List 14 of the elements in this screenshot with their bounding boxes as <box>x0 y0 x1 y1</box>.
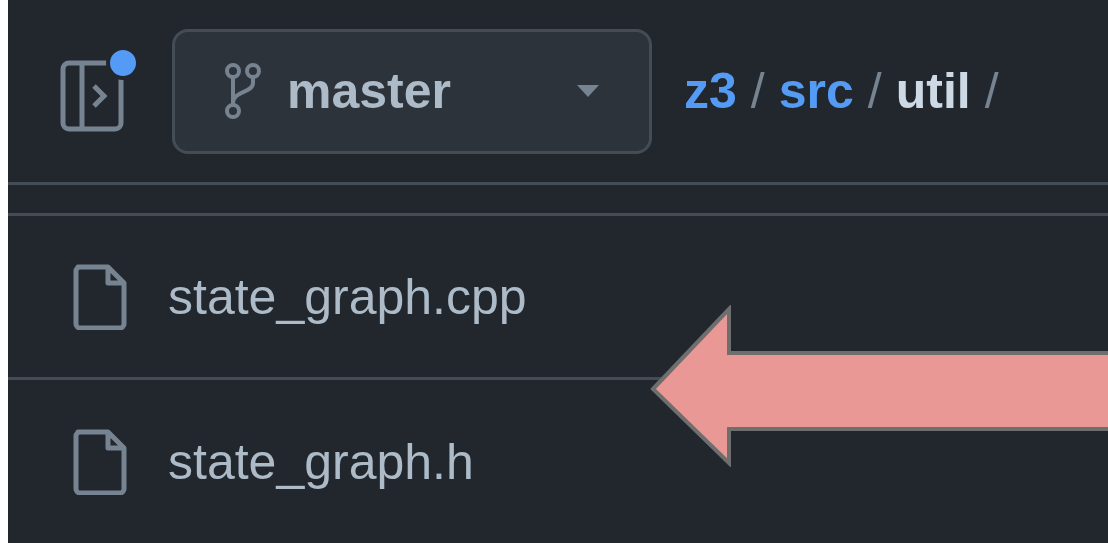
file-icon <box>72 263 128 330</box>
branch-icon <box>225 62 261 120</box>
sidebar-toggle-icon[interactable] <box>60 60 124 132</box>
breadcrumb-link[interactable]: src <box>778 62 854 120</box>
caret-icon <box>577 85 599 97</box>
branch-button[interactable]: master <box>172 28 652 154</box>
file-name[interactable]: state_graph.cpp <box>168 267 527 326</box>
breadcrumb-separator: / <box>867 62 882 120</box>
breadcrumb-separator: / <box>750 62 765 120</box>
breadcrumb-separator: / <box>984 62 999 120</box>
breadcrumb-current: util <box>895 62 971 120</box>
breadcrumb-link[interactable]: z3 <box>684 62 737 120</box>
file-name[interactable]: state_graph.h <box>168 433 474 491</box>
file-icon <box>72 429 128 495</box>
